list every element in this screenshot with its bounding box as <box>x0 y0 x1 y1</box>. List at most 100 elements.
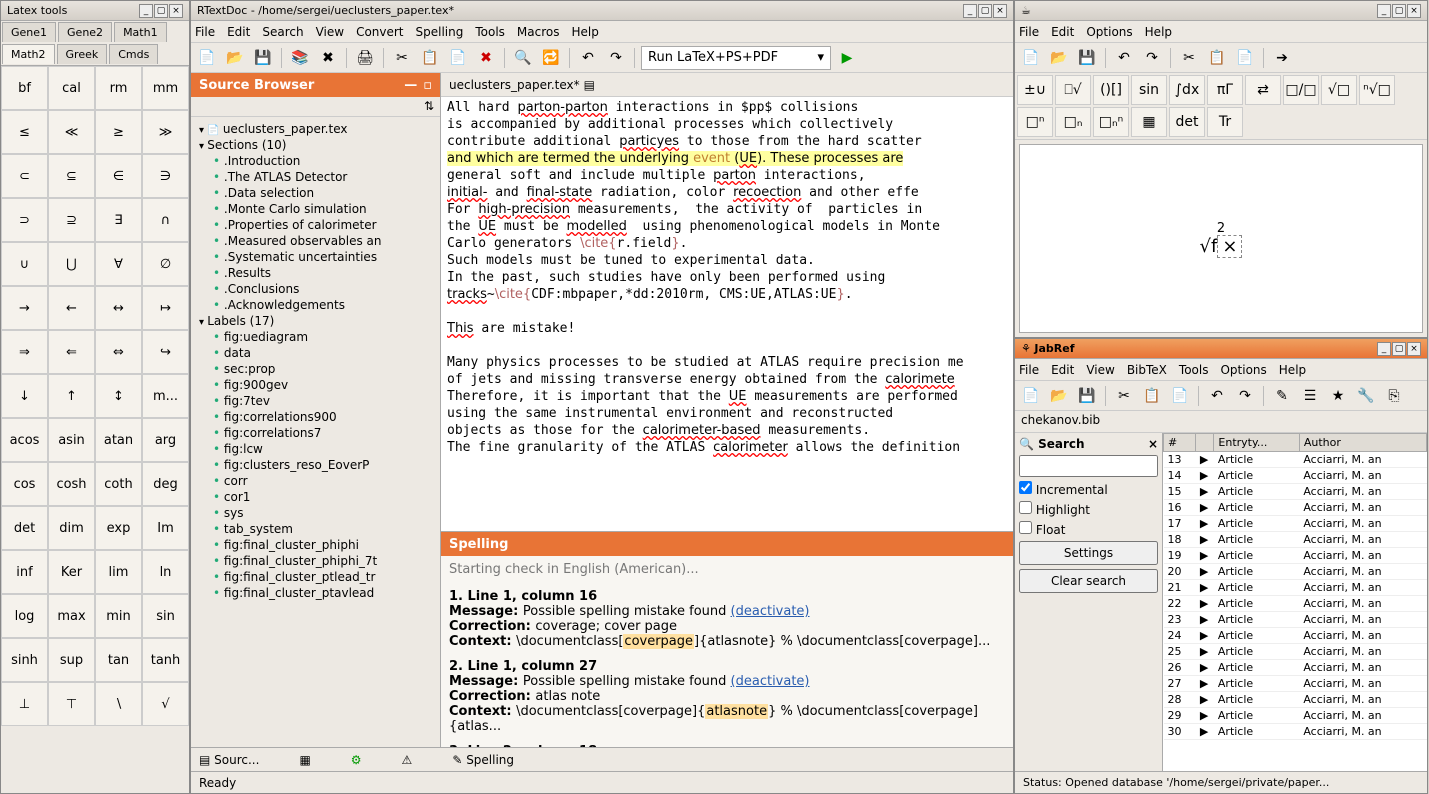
cut-icon[interactable]: ✂ <box>1112 384 1136 408</box>
latex-tools-titlebar[interactable]: Latex tools _▢× <box>1 1 189 21</box>
close-icon[interactable]: × <box>1407 342 1421 356</box>
palette-cell[interactable]: ⋃ <box>48 242 95 286</box>
menu-tools[interactable]: Tools <box>1179 363 1209 377</box>
palette-cell[interactable]: ↕ <box>95 374 142 418</box>
palette-cell[interactable]: ∋ <box>142 154 189 198</box>
menu-help[interactable]: Help <box>572 25 599 39</box>
palette-cell[interactable]: bf <box>1 66 48 110</box>
tree-item[interactable]: .The ATLAS Detector <box>193 169 438 185</box>
menu-edit[interactable]: Edit <box>227 25 250 39</box>
palette-cell[interactable]: ↪ <box>142 330 189 374</box>
tree-item[interactable]: .Measured observables an <box>193 233 438 249</box>
collapse-icon[interactable]: — <box>404 78 417 93</box>
palette-cell[interactable]: rm <box>95 66 142 110</box>
sqrt-group-icon[interactable]: ⎕√ <box>1055 75 1091 105</box>
redo-icon[interactable]: ↷ <box>1233 384 1257 408</box>
integral-icon[interactable]: ∫dx <box>1169 75 1205 105</box>
close-icon[interactable]: × <box>993 4 1007 18</box>
table-row[interactable]: 21▶ArticleAcciarri, M. an <box>1164 580 1427 596</box>
edit-entry-icon[interactable]: ✎ <box>1270 384 1294 408</box>
sqrt-icon[interactable]: √□ <box>1321 75 1357 105</box>
eq-titlebar[interactable]: ☕ _▢× <box>1015 1 1427 21</box>
save-icon[interactable]: 💾 <box>1075 384 1099 408</box>
menu-view[interactable]: View <box>316 25 344 39</box>
palette-cell[interactable]: min <box>95 594 142 638</box>
maximize-icon[interactable]: ▢ <box>978 4 992 18</box>
det-icon[interactable]: det <box>1169 107 1205 137</box>
palette-cell[interactable]: ≤ <box>1 110 48 154</box>
close-pane-icon[interactable]: ▫ <box>423 78 432 93</box>
tree-item[interactable]: fig:correlations900 <box>193 409 438 425</box>
palette-cell[interactable]: ↓ <box>1 374 48 418</box>
palette-cell[interactable]: cal <box>48 66 95 110</box>
table-row[interactable]: 23▶ArticleAcciarri, M. an <box>1164 612 1427 628</box>
close-icon[interactable]: × <box>169 4 183 18</box>
menu-convert[interactable]: Convert <box>356 25 403 39</box>
table-row[interactable]: 25▶ArticleAcciarri, M. an <box>1164 644 1427 660</box>
palette-cell[interactable]: asin <box>48 418 95 462</box>
export-icon[interactable]: ➔ <box>1270 46 1294 70</box>
tree-item[interactable]: .Properties of calorimeter <box>193 217 438 233</box>
palette-cell[interactable]: ← <box>48 286 95 330</box>
tab-unknown[interactable]: ▦ <box>299 753 310 767</box>
palette-cell[interactable]: log <box>1 594 48 638</box>
print-icon[interactable]: 🖨 <box>353 46 377 70</box>
undo-icon[interactable]: ↶ <box>576 46 600 70</box>
copy-icon[interactable]: 📋 <box>1140 384 1164 408</box>
palette-cell[interactable]: ⇒ <box>1 330 48 374</box>
minimize-icon[interactable]: _ <box>1377 4 1391 18</box>
tree-item[interactable]: ueclusters_paper.tex <box>193 121 438 137</box>
table-row[interactable]: 20▶ArticleAcciarri, M. an <box>1164 564 1427 580</box>
close-icon[interactable]: × <box>1407 4 1421 18</box>
palette-tab-greek[interactable]: Greek <box>57 44 108 64</box>
tree-item[interactable]: .Results <box>193 265 438 281</box>
palette-cell[interactable]: det <box>1 506 48 550</box>
maximize-icon[interactable]: ▢ <box>154 4 168 18</box>
tree-item[interactable]: tab_system <box>193 521 438 537</box>
matrix-icon[interactable]: ▦ <box>1131 107 1167 137</box>
tree-item[interactable]: fig:uediagram <box>193 329 438 345</box>
view-icon[interactable]: ☰ <box>1298 384 1322 408</box>
palette-cell[interactable]: ≫ <box>142 110 189 154</box>
tree-item[interactable]: fig:final_cluster_phiphi_7t <box>193 553 438 569</box>
palette-cell[interactable]: ⊥ <box>1 682 48 726</box>
palette-cell[interactable]: acos <box>1 418 48 462</box>
menu-file[interactable]: File <box>195 25 215 39</box>
cite-icon[interactable]: ⎘ <box>1382 384 1406 408</box>
menu-view[interactable]: View <box>1086 363 1114 377</box>
palette-cell[interactable]: ∃ <box>95 198 142 242</box>
table-row[interactable]: 19▶ArticleAcciarri, M. an <box>1164 548 1427 564</box>
paren-icon[interactable]: ()[] <box>1093 75 1129 105</box>
text-editor[interactable]: All hard parton-parton interactions in $… <box>441 97 1013 531</box>
tree-item[interactable]: data <box>193 345 438 361</box>
table-row[interactable]: 30▶ArticleAcciarri, M. an <box>1164 724 1427 740</box>
save-icon[interactable]: 💾 <box>251 46 275 70</box>
incremental-checkbox[interactable]: Incremental <box>1019 481 1158 497</box>
palette-cell[interactable]: ⊂ <box>1 154 48 198</box>
clear-search-button[interactable]: Clear search <box>1019 569 1158 593</box>
menu-file[interactable]: File <box>1019 363 1039 377</box>
bibliography-table[interactable]: # Entryty... Author 13▶ArticleAcciarri, … <box>1163 433 1427 771</box>
palette-tab-gene1[interactable]: Gene1 <box>2 22 56 42</box>
run-dropdown[interactable]: Run LaTeX+PS+PDF▾ <box>641 46 831 70</box>
palette-tab-math1[interactable]: Math1 <box>114 22 167 42</box>
palette-cell[interactable]: mm <box>142 66 189 110</box>
mark-icon[interactable]: ★ <box>1326 384 1350 408</box>
table-row[interactable]: 17▶ArticleAcciarri, M. an <box>1164 516 1427 532</box>
frac-sum-icon[interactable]: ±∪ <box>1017 75 1053 105</box>
table-row[interactable]: 29▶ArticleAcciarri, M. an <box>1164 708 1427 724</box>
cut-icon[interactable]: ✂ <box>1177 46 1201 70</box>
sort-icon[interactable]: ⇅ <box>424 99 434 114</box>
table-row[interactable]: 15▶ArticleAcciarri, M. an <box>1164 484 1427 500</box>
replace-icon[interactable]: 🔁 <box>539 46 563 70</box>
palette-cell[interactable]: √ <box>142 682 189 726</box>
menu-help[interactable]: Help <box>1145 25 1172 39</box>
palette-cell[interactable]: coth <box>95 462 142 506</box>
save-icon[interactable]: 💾 <box>1075 46 1099 70</box>
cut-icon[interactable]: ✂ <box>390 46 414 70</box>
outline-tree[interactable]: ueclusters_paper.texSections (10).Introd… <box>191 117 440 747</box>
close-file-icon[interactable]: ✖ <box>316 46 340 70</box>
palette-cell[interactable]: ⊇ <box>48 198 95 242</box>
palette-tab-cmds[interactable]: Cmds <box>109 44 158 64</box>
palette-cell[interactable]: exp <box>95 506 142 550</box>
